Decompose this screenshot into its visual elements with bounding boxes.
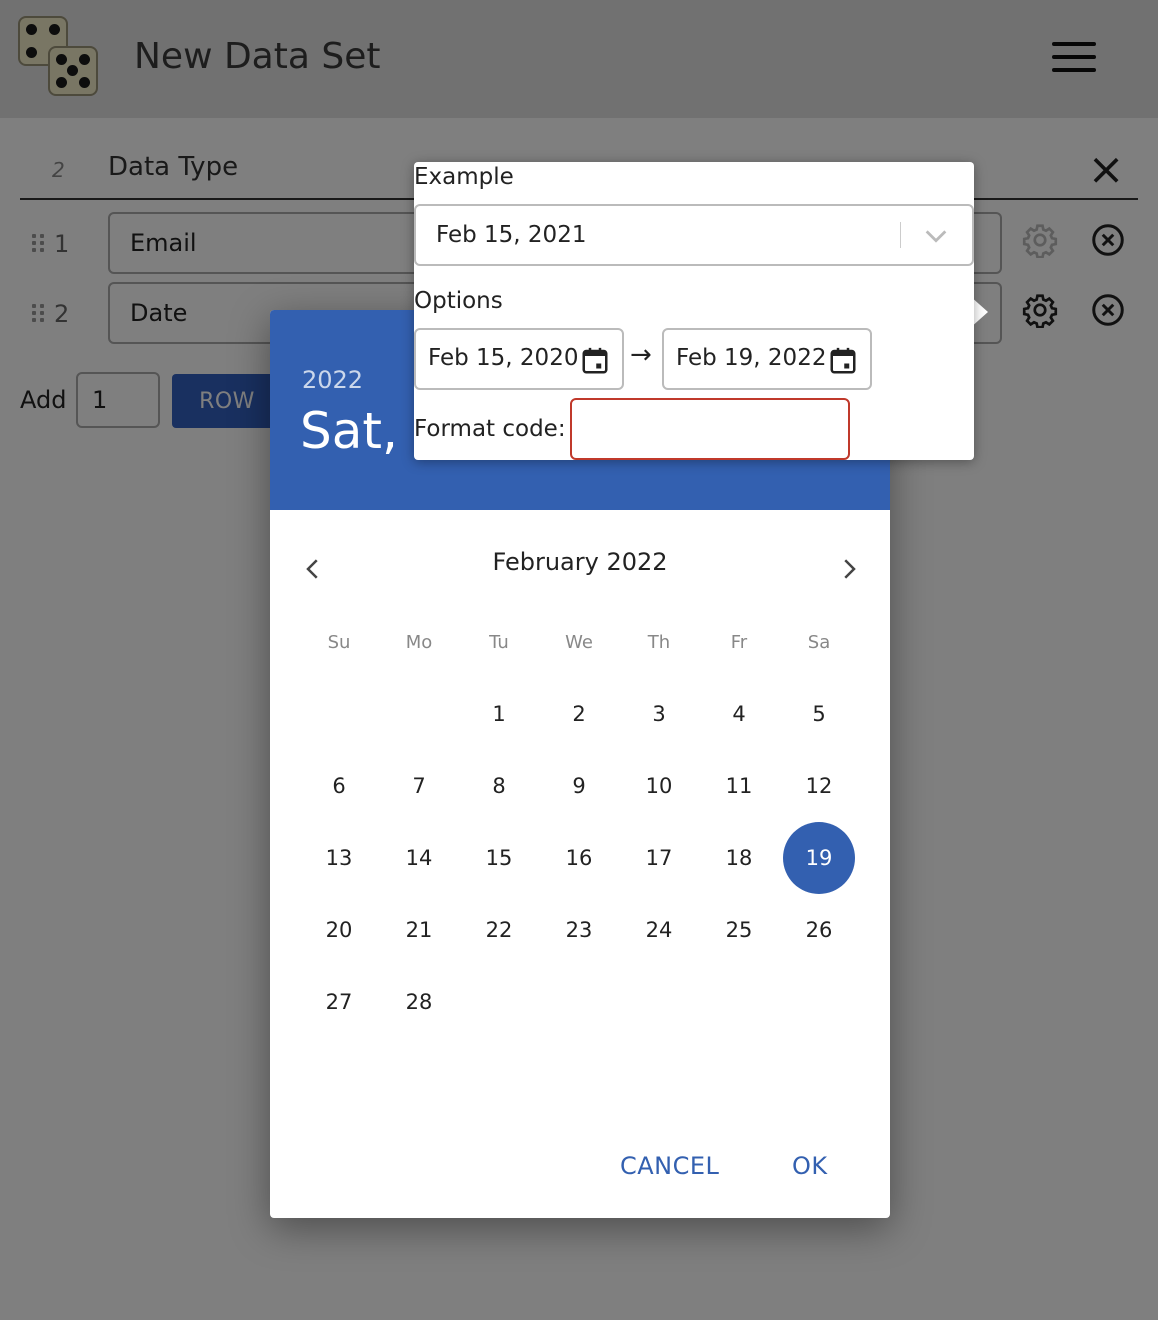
calendar-day[interactable]: 6	[303, 750, 375, 822]
calendar-day[interactable]: 9	[543, 750, 615, 822]
calendar-day[interactable]: 7	[383, 750, 455, 822]
weekday-label: Fr	[730, 632, 748, 653]
calendar-day[interactable]: 24	[623, 894, 695, 966]
calendar-day[interactable]: 3	[623, 678, 695, 750]
calendar-day[interactable]: 13	[303, 822, 375, 894]
calendar-day[interactable]: 11	[703, 750, 775, 822]
weekday-label: We	[565, 632, 593, 653]
weekday-label: Th	[647, 632, 671, 653]
calendar-day[interactable]: 10	[623, 750, 695, 822]
calendar-day[interactable]: 2	[543, 678, 615, 750]
calendar-day[interactable]: 15	[463, 822, 535, 894]
calendar-day[interactable]: 12	[783, 750, 855, 822]
end-date-value: Feb 19, 2022	[676, 345, 827, 371]
calendar-day[interactable]: 27	[303, 966, 375, 1038]
end-date-field[interactable]: Feb 19, 2022	[662, 328, 872, 390]
options-label: Options	[414, 288, 503, 314]
calendar-day[interactable]: 28	[383, 966, 455, 1038]
select-separator	[900, 222, 901, 248]
calendar-day-selected[interactable]: 19	[783, 822, 855, 894]
chevron-down-icon	[925, 230, 947, 243]
calendar-day[interactable]: 5	[783, 678, 855, 750]
calendar-icon[interactable]	[580, 346, 610, 376]
start-date-value: Feb 15, 2020	[428, 345, 579, 371]
weekday-label: Su	[327, 632, 351, 653]
start-date-field[interactable]: Feb 15, 2020	[414, 328, 624, 390]
calendar-day[interactable]: 26	[783, 894, 855, 966]
cancel-button[interactable]: CANCEL	[620, 1152, 719, 1180]
example-label: Example	[414, 164, 514, 190]
calendar-day[interactable]: 22	[463, 894, 535, 966]
calendar-day[interactable]: 4	[703, 678, 775, 750]
range-arrow: →	[630, 340, 652, 370]
calendar-day[interactable]: 20	[303, 894, 375, 966]
calendar-day[interactable]: 16	[543, 822, 615, 894]
chevron-right-icon[interactable]	[834, 554, 864, 584]
weekday-label: Sa	[807, 632, 831, 653]
calendar-day[interactable]: 21	[383, 894, 455, 966]
calendar-day[interactable]: 23	[543, 894, 615, 966]
calendar-day[interactable]: 8	[463, 750, 535, 822]
weekday-label: Mo	[405, 632, 433, 653]
calendar-day[interactable]: 25	[703, 894, 775, 966]
weekday-label: Tu	[489, 632, 509, 653]
format-code-label: Format code:	[414, 416, 566, 442]
calendar-day[interactable]: 1	[463, 678, 535, 750]
calendar-day[interactable]: 18	[703, 822, 775, 894]
format-code-input[interactable]	[570, 398, 850, 460]
options-popover: Example Feb 15, 2021 Options Feb 15, 202…	[414, 162, 974, 460]
month-label: February 2022	[492, 548, 668, 576]
calendar-icon[interactable]	[828, 346, 858, 376]
example-value: Feb 15, 2021	[436, 222, 587, 248]
example-select[interactable]: Feb 15, 2021	[414, 204, 974, 266]
calendar-day[interactable]: 17	[623, 822, 695, 894]
picker-year[interactable]: 2022	[302, 366, 363, 394]
ok-button[interactable]: OK	[792, 1152, 828, 1180]
calendar-day[interactable]: 14	[383, 822, 455, 894]
